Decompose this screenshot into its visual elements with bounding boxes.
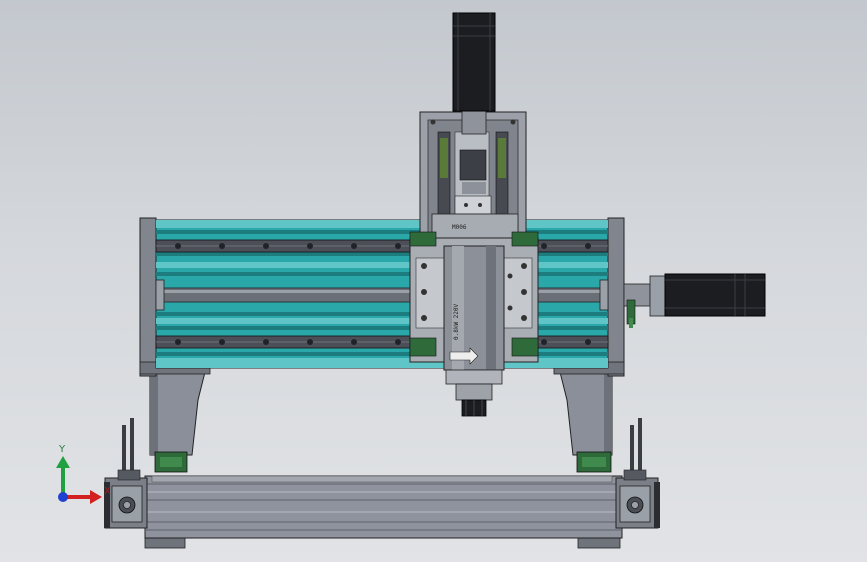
svg-text:0.8kW 220V: 0.8kW 220V: [453, 303, 460, 340]
coordinate-triad[interactable]: Y X: [56, 444, 111, 504]
gantry-left-leg: [149, 371, 206, 473]
triad-x-arrow-icon: [90, 490, 102, 504]
base-frame: [144, 475, 623, 549]
3d-viewport[interactable]: M006 0.8kW 220V Y X: [0, 0, 867, 562]
triad-z-axis-icon: [58, 492, 68, 502]
spindle-motor: 0.8kW 220V: [443, 245, 505, 417]
gantry-right-leg: [559, 371, 613, 473]
x-linear-rail-upper: [155, 239, 609, 253]
triad-x-label: X: [104, 486, 111, 497]
x-linear-rail-lower: [155, 335, 609, 349]
x-stepper-motor: [623, 273, 766, 328]
right-y-end-block: [615, 418, 660, 529]
triad-y-arrow-icon: [56, 456, 70, 468]
triad-y-label: Y: [58, 444, 66, 455]
svg-text:M006: M006: [452, 224, 467, 231]
left-y-end-block: [104, 418, 148, 529]
